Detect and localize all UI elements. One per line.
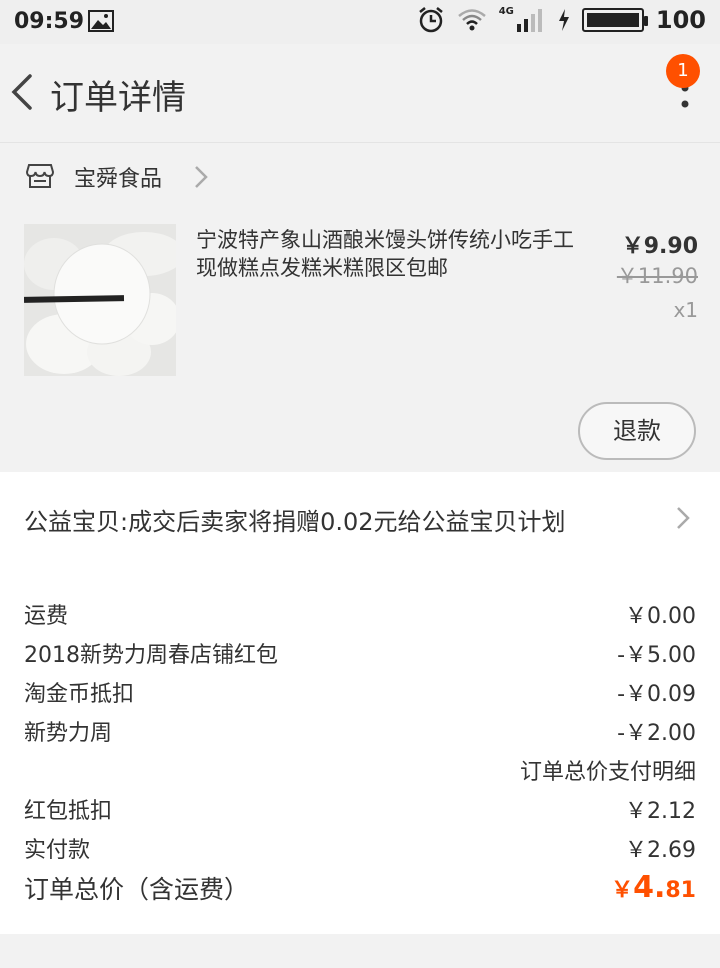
status-bar: 09:59 4G 100	[0, 0, 720, 44]
summary-label: 红包抵扣	[24, 799, 113, 824]
refund-button[interactable]: 退款	[578, 402, 696, 460]
battery-icon	[581, 8, 648, 32]
product-quantity: x1	[673, 298, 698, 322]
summary-label: 2018新势力周春店铺红包	[24, 643, 278, 668]
summary-row-total: 订单总价（含运费） ￥4.81	[24, 870, 696, 914]
chevron-right-icon	[195, 166, 208, 188]
summary-row-redpacket: 红包抵扣 ￥2.12	[24, 793, 696, 827]
signal-icon	[516, 9, 542, 32]
summary-value: -￥0.09	[617, 682, 696, 707]
charity-text: 公益宝贝:成交后卖家将捐赠0.02元给公益宝贝计划	[24, 508, 566, 536]
back-arrow-icon[interactable]	[8, 72, 38, 112]
summary-value: ￥2.69	[625, 838, 696, 863]
nav-bar: 订单详情 1	[0, 44, 720, 140]
payment-detail-link[interactable]: 订单总价支付明细	[520, 754, 696, 786]
product-image[interactable]	[24, 224, 176, 376]
summary-value: -￥5.00	[617, 643, 696, 668]
summary-label: 运费	[24, 604, 69, 629]
summary-label: 实付款	[24, 838, 91, 863]
total-decimal: 81	[665, 878, 696, 903]
image-notification-icon	[88, 10, 114, 32]
summary-row-paid: 实付款 ￥2.69	[24, 832, 696, 866]
status-time: 09:59	[14, 9, 85, 34]
charging-icon	[558, 9, 569, 31]
shop-icon	[26, 164, 54, 188]
summary-value: ￥2.12	[625, 799, 696, 824]
notification-badge: 1	[666, 54, 700, 88]
summary-label: 淘金币抵扣	[24, 682, 135, 707]
summary-row-shop-coupon: 2018新势力周春店铺红包 -￥5.00	[24, 637, 696, 671]
alarm-icon	[418, 7, 443, 33]
order-summary: 运费 ￥0.00 2018新势力周春店铺红包 -￥5.00 淘金币抵扣 -￥0.…	[0, 564, 720, 934]
summary-row-promotion: 新势力周 -￥2.00	[24, 715, 696, 749]
product-title[interactable]: 宁波特产象山酒酿米馒头饼传统小吃手工现做糕点发糕米糕限区包邮	[196, 226, 576, 282]
total-currency: ￥	[611, 878, 634, 903]
wifi-icon	[457, 9, 486, 31]
shop-name[interactable]: 宝舜食品	[74, 161, 162, 193]
product-price: ￥9.90	[621, 234, 698, 259]
charity-row[interactable]: 公益宝贝:成交后卖家将捐赠0.02元给公益宝贝计划	[0, 472, 720, 564]
original-price: ￥11.90	[616, 264, 698, 288]
page-title: 订单详情	[50, 78, 186, 118]
summary-label: 新势力周	[24, 721, 113, 746]
status-right: 4G 100	[417, 6, 706, 34]
shop-row[interactable]: 宝舜食品	[0, 142, 720, 213]
steamed-cake-photo	[24, 224, 176, 376]
summary-value: -￥2.00	[617, 721, 696, 746]
chevron-right-icon	[677, 507, 690, 529]
summary-row-taojinbi: 淘金币抵扣 -￥0.09	[24, 676, 696, 710]
product-item[interactable]: 宁波特产象山酒酿米馒头饼传统小吃手工现做糕点发糕米糕限区包邮 ￥9.90 ￥11…	[0, 212, 720, 470]
total-value: ￥4.81	[611, 870, 696, 905]
payment-detail-link-row[interactable]: 订单总价支付明细	[24, 754, 696, 788]
battery-percent: 100	[655, 6, 706, 34]
total-label: 订单总价（含运费）	[24, 875, 250, 904]
total-integer: 4.	[633, 870, 666, 905]
network-label: 4G	[498, 6, 514, 17]
summary-row-shipping: 运费 ￥0.00	[24, 598, 696, 632]
summary-value: ￥0.00	[625, 604, 696, 629]
